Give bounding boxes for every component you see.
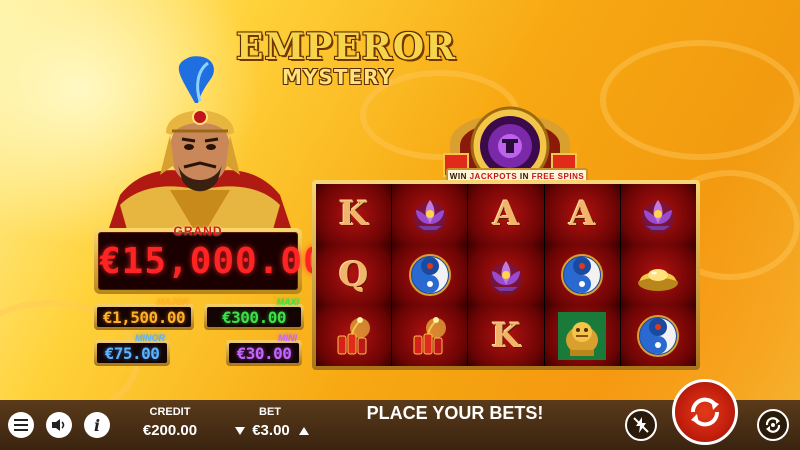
lion-icon (558, 311, 607, 360)
letter-symbol: Q (316, 244, 392, 306)
firecracker-icon (413, 316, 446, 355)
lotus-symbol (392, 184, 468, 245)
lotus-icon (413, 200, 446, 235)
lotus-icon (490, 261, 522, 295)
sound-icon (52, 419, 65, 431)
letter-symbol-label: K (491, 315, 521, 356)
turbo-button[interactable] (625, 409, 657, 441)
minor-jackpot: MINOR €75.00 (94, 333, 170, 366)
minor-jackpot-value: €75.00 (104, 344, 160, 363)
bet-label: BET (259, 406, 281, 418)
spin-button[interactable] (672, 379, 738, 445)
autoplay-icon (765, 417, 781, 433)
info-button[interactable]: i (84, 412, 110, 438)
game-stage: EMPEROR MYSTERY GRAND €15,000.00 MAJOR €… (0, 0, 800, 400)
koi-symbol (544, 244, 620, 306)
lotus-symbol (468, 244, 544, 306)
grand-jackpot: GRAND €15,000.00 (94, 224, 326, 294)
koi-icon (561, 254, 604, 296)
koi-symbol (392, 244, 468, 306)
reels: KQAKA (316, 184, 697, 367)
status-message: PLACE YOUR BETS! (366, 403, 544, 423)
letter-symbol: A (468, 184, 544, 245)
letter-symbol-label: Q (338, 255, 369, 295)
major-jackpot: MAJOR €1,500.00 (94, 297, 194, 330)
firecracker-symbol (392, 305, 468, 367)
reel-4: A (544, 184, 621, 367)
minor-jackpot-label: MINOR (135, 333, 165, 343)
emperor-character (105, 56, 295, 240)
letter-symbol: K (316, 184, 392, 245)
koi-icon (408, 254, 451, 296)
gold-symbol (620, 244, 697, 306)
lotus-symbol (620, 184, 697, 245)
mini-jackpot: MINI €30.00 (226, 333, 302, 366)
letter-symbol-label: K (338, 194, 369, 235)
firecracker-symbol (316, 305, 392, 367)
reel-5 (620, 184, 697, 367)
letter-symbol-label: A (569, 194, 596, 235)
bet-decrease-button[interactable] (234, 424, 246, 436)
firecracker-icon (337, 316, 370, 355)
autoplay-button[interactable] (757, 409, 789, 441)
letter-symbol: A (544, 184, 620, 245)
lotus-icon (642, 200, 675, 235)
reel-3: AK (468, 184, 545, 367)
gold-icon (638, 269, 679, 291)
reel-2 (392, 184, 469, 367)
bet-value: €3.00 (252, 422, 290, 439)
cloud-swirl (600, 40, 800, 160)
maxi-jackpot-value: €300.00 (222, 308, 286, 327)
letter-symbol-label: A (492, 194, 520, 235)
bet-increase-button[interactable] (298, 424, 310, 436)
grand-jackpot-value: €15,000.00 (99, 241, 326, 282)
triangle-down-icon (235, 427, 245, 435)
koi-icon (637, 314, 680, 357)
credit-label: CREDIT (149, 406, 191, 418)
lion-symbol (544, 305, 620, 367)
mini-jackpot-label: MINI (278, 333, 297, 343)
menu-icon (14, 419, 28, 431)
turbo-off-icon (633, 417, 649, 433)
spin-icon (690, 397, 720, 427)
sound-button[interactable] (46, 412, 72, 438)
reel-1: KQ (316, 184, 393, 367)
triangle-up-icon (299, 427, 309, 435)
credit-value: €200.00 (142, 422, 198, 439)
menu-button[interactable] (8, 412, 34, 438)
info-icon: i (93, 415, 101, 435)
koi-symbol (620, 305, 697, 367)
mini-jackpot-value: €30.00 (236, 344, 292, 363)
major-jackpot-label: MAJOR (156, 297, 189, 307)
major-jackpot-value: €1,500.00 (102, 308, 186, 327)
letter-symbol: K (468, 305, 544, 367)
reels-frame: KQAKA (312, 180, 700, 370)
maxi-jackpot-label: MAXI (276, 297, 300, 307)
maxi-jackpot: MAXI €300.00 (204, 297, 304, 330)
grand-jackpot-label: GRAND (173, 224, 223, 238)
